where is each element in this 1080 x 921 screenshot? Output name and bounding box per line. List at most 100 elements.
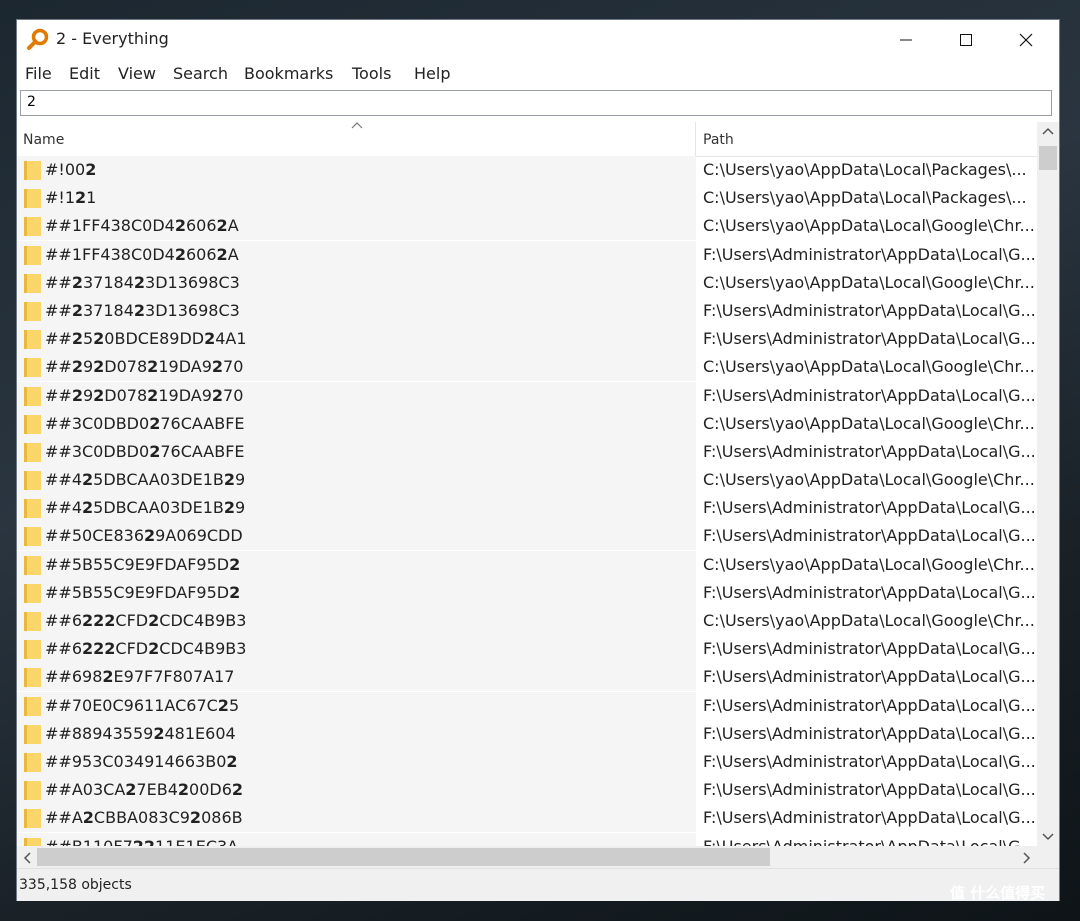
name-cell[interactable]: ##6222CFD2CDC4B9B3 bbox=[17, 607, 696, 635]
file-path: C:\Users\yao\AppData\Local\Google\Chr... bbox=[703, 272, 1035, 292]
table-row[interactable]: ##2520BDCE89DD24A1 F:\Users\Administrator… bbox=[17, 325, 1037, 354]
file-name: ##6222CFD2CDC4B9B3 bbox=[45, 611, 247, 630]
file-path: F:\Users\Administrator\AppData\Local\G..… bbox=[703, 526, 1035, 546]
folder-icon bbox=[24, 724, 41, 744]
table-row[interactable]: ##6222CFD2CDC4B9B3 F:\Users\Administrator… bbox=[17, 635, 1037, 664]
search-input[interactable] bbox=[21, 91, 1051, 113]
folder-icon bbox=[24, 471, 41, 491]
scrollbar-corner bbox=[1037, 846, 1059, 868]
window-title: 2 - Everything bbox=[56, 29, 169, 48]
minimize-button[interactable] bbox=[877, 20, 935, 60]
name-cell[interactable]: ##50CE83629A069CDD bbox=[17, 522, 696, 551]
maximize-button[interactable] bbox=[937, 20, 995, 60]
results-list[interactable]: Name Path #!002 C:\Users\yao\AppData\Loca… bbox=[17, 122, 1059, 868]
vertical-scrollbar[interactable] bbox=[1037, 122, 1059, 846]
search-box[interactable] bbox=[20, 90, 1052, 116]
folder-icon bbox=[24, 245, 41, 265]
name-cell[interactable]: ##1FF438C0D426062A bbox=[17, 240, 696, 269]
name-cell[interactable]: ##425DBCAA03DE1B29 bbox=[17, 494, 696, 523]
file-name: ##A03CA27EB4200D62 bbox=[45, 780, 244, 800]
menu-edit[interactable]: Edit bbox=[69, 64, 100, 83]
file-path: F:\Users\Administrator\AppData\Local\G..… bbox=[703, 244, 1035, 264]
column-header-name[interactable]: Name bbox=[17, 122, 696, 156]
menu-bookmarks[interactable]: Bookmarks bbox=[244, 64, 333, 83]
name-cell[interactable]: #!121 bbox=[17, 184, 696, 213]
menu-view[interactable]: View bbox=[118, 64, 156, 83]
close-icon bbox=[1019, 33, 1033, 47]
file-name: ##A2CBBA083C92086B bbox=[45, 808, 243, 828]
table-row[interactable]: ##6222CFD2CDC4B9B3 C:\Users\yao\AppData\L… bbox=[17, 607, 1037, 635]
folder-icon bbox=[24, 499, 41, 519]
table-row[interactable]: ##425DBCAA03DE1B29 F:\Users\Administrator… bbox=[17, 494, 1037, 523]
table-row[interactable]: ##6982E97F7F807A17 F:\Users\Administrator… bbox=[17, 663, 1037, 692]
scroll-left-icon[interactable] bbox=[22, 852, 32, 864]
table-row[interactable]: ##50CE83629A069CDD F:\Users\Administrator… bbox=[17, 522, 1037, 551]
menu-search[interactable]: Search bbox=[173, 64, 228, 83]
scroll-up-icon[interactable] bbox=[1042, 126, 1054, 136]
menu-tools[interactable]: Tools bbox=[352, 64, 391, 83]
name-cell[interactable]: ##292D078219DA9270 bbox=[17, 381, 696, 410]
name-cell[interactable]: ##5B55C9E9FDAF95D2 bbox=[17, 550, 696, 579]
table-row[interactable]: ##1FF438C0D426062A F:\Users\Administrator… bbox=[17, 240, 1037, 269]
file-path: F:\Users\Administrator\AppData\Local\G..… bbox=[703, 639, 1035, 659]
table-row[interactable]: ##425DBCAA03DE1B29 C:\Users\yao\AppData\L… bbox=[17, 466, 1037, 495]
result-rows: #!002 C:\Users\yao\AppData\Local\Packages… bbox=[17, 156, 1037, 846]
table-row[interactable]: ##953C034914663B02 F:\Users\Administrator… bbox=[17, 747, 1037, 776]
table-row[interactable]: ##5B55C9E9FDAF95D2 F:\Users\Administrator… bbox=[17, 578, 1037, 607]
table-row[interactable]: ##B110F72211E1EC3A F:\Users\Administrator… bbox=[17, 832, 1037, 847]
table-row[interactable]: #!121 C:\Users\yao\AppData\Local\Packages… bbox=[17, 184, 1037, 213]
menu-help[interactable]: Help bbox=[414, 64, 450, 83]
name-cell[interactable]: ##6982E97F7F807A17 bbox=[17, 663, 696, 692]
table-row[interactable]: ##889435592481E604 F:\Users\Administrator… bbox=[17, 719, 1037, 748]
name-cell[interactable]: ##70E0C9611AC67C25 bbox=[17, 691, 696, 720]
name-cell[interactable]: #!002 bbox=[17, 156, 696, 184]
name-cell[interactable]: ##23718423D13698C3 bbox=[17, 268, 696, 297]
table-row[interactable]: ##3C0DBD0276CAABFE C:\Users\yao\AppData\L… bbox=[17, 409, 1037, 438]
folder-icon bbox=[24, 583, 41, 603]
file-name: ##23718423D13698C3 bbox=[45, 272, 240, 292]
name-cell[interactable]: ##6222CFD2CDC4B9B3 bbox=[17, 635, 696, 664]
horizontal-scroll-thumb[interactable] bbox=[37, 848, 770, 866]
folder-icon bbox=[24, 809, 41, 829]
table-row[interactable]: #!002 C:\Users\yao\AppData\Local\Packages… bbox=[17, 156, 1037, 184]
table-row[interactable]: ##A2CBBA083C92086B F:\Users\Administrator… bbox=[17, 804, 1037, 833]
file-name: ##5B55C9E9FDAF95D2 bbox=[45, 582, 241, 602]
name-cell[interactable]: ##B110F72211E1EC3A bbox=[17, 832, 696, 847]
table-row[interactable]: ##A03CA27EB4200D62 F:\Users\Administrator… bbox=[17, 776, 1037, 805]
name-cell[interactable]: ##5B55C9E9FDAF95D2 bbox=[17, 578, 696, 607]
name-cell[interactable]: ##292D078219DA9270 bbox=[17, 353, 696, 382]
name-cell[interactable]: ##A2CBBA083C92086B bbox=[17, 804, 696, 833]
name-cell[interactable]: ##3C0DBD0276CAABFE bbox=[17, 437, 696, 466]
name-cell[interactable]: ##953C034914663B02 bbox=[17, 747, 696, 776]
table-row[interactable]: ##23718423D13698C3 C:\Users\yao\AppData\L… bbox=[17, 268, 1037, 297]
scroll-right-icon[interactable] bbox=[1022, 852, 1032, 864]
name-cell[interactable]: ##3C0DBD0276CAABFE bbox=[17, 409, 696, 438]
folder-icon bbox=[24, 189, 41, 209]
table-row[interactable]: ##70E0C9611AC67C25 F:\Users\Administrator… bbox=[17, 691, 1037, 720]
file-path: F:\Users\Administrator\AppData\Local\G..… bbox=[703, 582, 1035, 602]
file-path: C:\Users\yao\AppData\Local\Google\Chr... bbox=[703, 413, 1035, 433]
table-row[interactable]: ##3C0DBD0276CAABFE F:\Users\Administrator… bbox=[17, 437, 1037, 466]
vertical-scroll-thumb[interactable] bbox=[1039, 146, 1057, 170]
menu-file[interactable]: File bbox=[25, 64, 52, 83]
file-name: ##B110F72211E1EC3A bbox=[45, 836, 239, 847]
column-header-path[interactable]: Path bbox=[697, 122, 1037, 156]
name-cell[interactable]: ##2520BDCE89DD24A1 bbox=[17, 325, 696, 354]
horizontal-scrollbar[interactable] bbox=[17, 846, 1037, 868]
file-path: F:\Users\Administrator\AppData\Local\G..… bbox=[703, 498, 1035, 518]
table-row[interactable]: ##5B55C9E9FDAF95D2 C:\Users\yao\AppData\L… bbox=[17, 550, 1037, 579]
table-row[interactable]: ##1FF438C0D426062A C:\Users\yao\AppData\L… bbox=[17, 212, 1037, 241]
name-cell[interactable]: ##A03CA27EB4200D62 bbox=[17, 776, 696, 805]
close-button[interactable] bbox=[997, 20, 1055, 60]
folder-icon bbox=[24, 555, 41, 575]
name-cell[interactable]: ##425DBCAA03DE1B29 bbox=[17, 466, 696, 495]
table-row[interactable]: ##292D078219DA9270 F:\Users\Administrator… bbox=[17, 381, 1037, 410]
file-name: ##5B55C9E9FDAF95D2 bbox=[45, 554, 241, 574]
table-row[interactable]: ##23718423D13698C3 F:\Users\Administrator… bbox=[17, 296, 1037, 325]
table-row[interactable]: ##292D078219DA9270 C:\Users\yao\AppData\L… bbox=[17, 353, 1037, 382]
name-cell[interactable]: ##1FF438C0D426062A bbox=[17, 212, 696, 241]
scroll-down-icon[interactable] bbox=[1042, 832, 1054, 842]
folder-icon bbox=[24, 527, 41, 547]
name-cell[interactable]: ##23718423D13698C3 bbox=[17, 296, 696, 325]
name-cell[interactable]: ##889435592481E604 bbox=[17, 719, 696, 748]
